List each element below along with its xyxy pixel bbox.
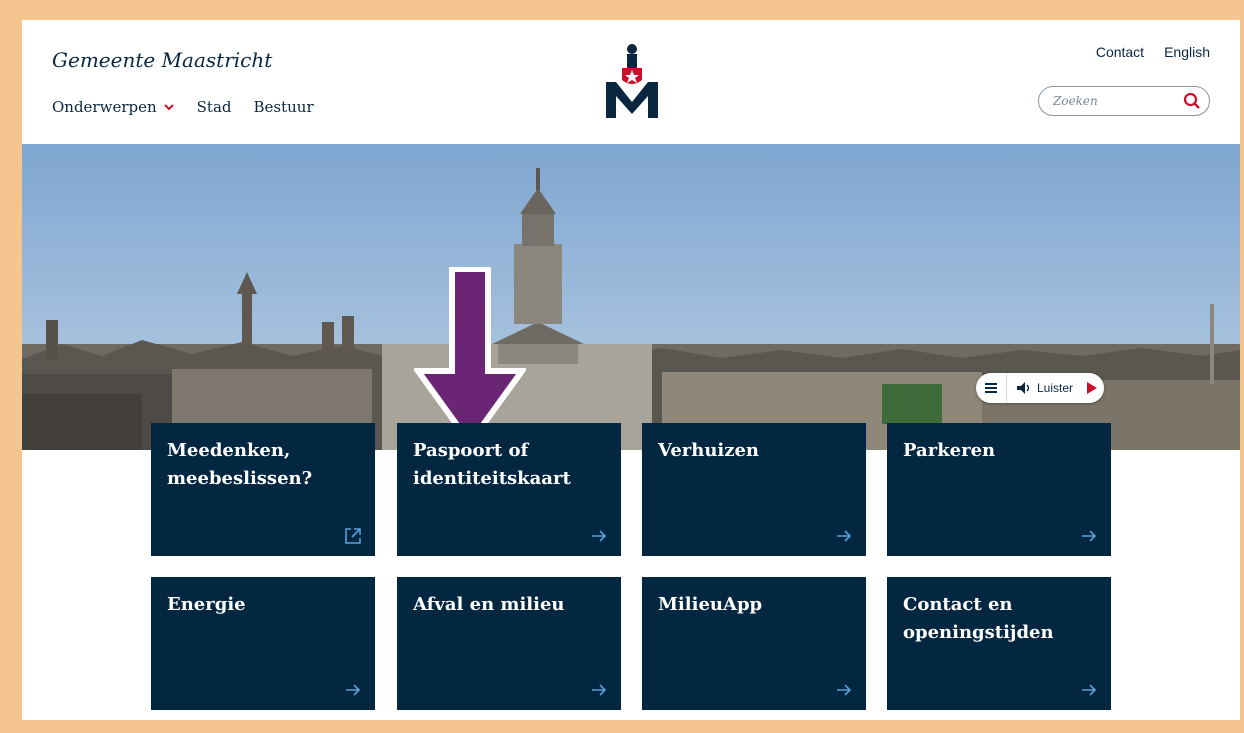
tile-milieuapp[interactable]: MilieuApp xyxy=(642,577,866,710)
nav-label: Bestuur xyxy=(253,98,314,116)
arrow-right-icon xyxy=(592,684,607,696)
nav-label: Stad xyxy=(196,98,232,116)
nav-label: Onderwerpen xyxy=(52,98,157,116)
arrow-right-icon xyxy=(1082,530,1097,542)
tile-title: Verhuizen xyxy=(658,440,760,461)
browser-viewport: Gemeente Maastricht Onderwerpen Stad Bes… xyxy=(22,20,1240,720)
utility-links: Contact English xyxy=(1096,44,1210,60)
tile-title: Paspoort of identiteitskaart xyxy=(413,440,571,489)
arrow-right-icon xyxy=(837,684,852,696)
menu-icon[interactable] xyxy=(976,373,1007,403)
tile-title: Meedenken, meebeslissen? xyxy=(167,440,313,489)
arrow-right-icon xyxy=(346,684,361,696)
search-icon[interactable] xyxy=(1183,92,1201,110)
arrow-right-icon xyxy=(1082,684,1097,696)
annotation-arrow-down-icon xyxy=(414,267,526,447)
tile-afval-en-milieu[interactable]: Afval en milieu xyxy=(397,577,621,710)
tile-parkeren[interactable]: Parkeren xyxy=(887,423,1111,556)
main-nav: Onderwerpen Stad Bestuur xyxy=(52,98,314,116)
chevron-down-icon xyxy=(163,104,174,111)
tile-paspoort[interactable]: Paspoort of identiteitskaart xyxy=(397,423,621,556)
search-input[interactable] xyxy=(1051,93,1183,109)
arrow-right-icon xyxy=(592,530,607,542)
hero-image xyxy=(22,144,1240,450)
tile-meedenken[interactable]: Meedenken, meebeslissen? xyxy=(151,423,375,556)
search-box xyxy=(1038,86,1210,116)
english-link[interactable]: English xyxy=(1164,44,1210,60)
tile-title: Contact en openingstijden xyxy=(903,594,1054,643)
speaker-icon xyxy=(1017,382,1030,394)
arrow-right-icon xyxy=(837,530,852,542)
play-icon xyxy=(1087,382,1098,394)
nav-item-bestuur[interactable]: Bestuur xyxy=(254,98,314,116)
tile-title: Parkeren xyxy=(903,440,996,461)
nav-item-onderwerpen[interactable]: Onderwerpen xyxy=(52,98,175,116)
city-skyline-photo xyxy=(22,144,1240,450)
listen-button[interactable]: Luister xyxy=(1007,381,1098,395)
tile-verhuizen[interactable]: Verhuizen xyxy=(642,423,866,556)
tile-title: MilieuApp xyxy=(658,594,763,615)
external-link-icon xyxy=(345,528,361,544)
tile-energie[interactable]: Energie xyxy=(151,577,375,710)
site-name[interactable]: Gemeente Maastricht xyxy=(52,48,272,72)
tile-title: Afval en milieu xyxy=(413,594,565,615)
readspeaker-bar: Luister xyxy=(976,373,1104,403)
tile-contact-en-openingstijden[interactable]: Contact en openingstijden xyxy=(887,577,1111,710)
tile-title: Energie xyxy=(167,594,246,615)
contact-link[interactable]: Contact xyxy=(1096,44,1144,60)
maastricht-crest-logo[interactable] xyxy=(602,42,662,120)
listen-label: Luister xyxy=(1037,381,1074,395)
nav-item-stad[interactable]: Stad xyxy=(197,98,232,116)
